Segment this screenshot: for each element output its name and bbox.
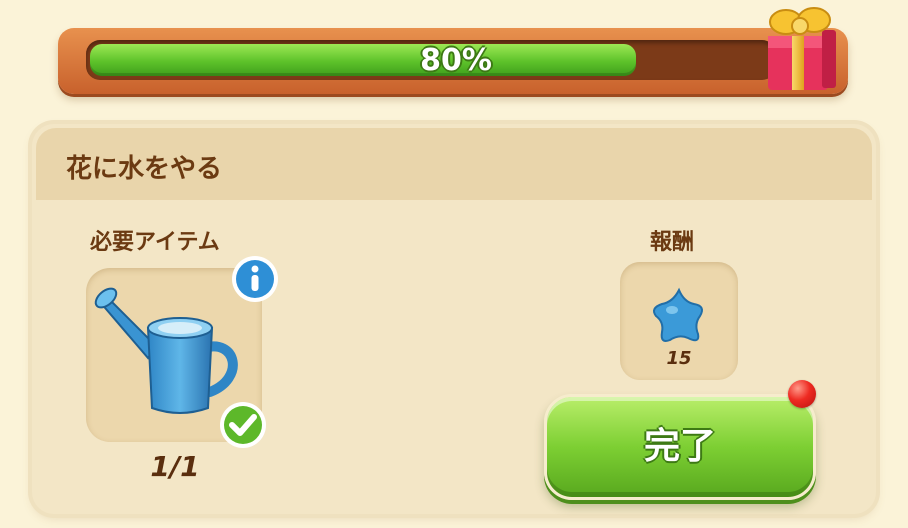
reward-label: 報酬: [650, 230, 695, 255]
gift-box-icon[interactable]: [762, 0, 842, 96]
checkmark-icon: [220, 402, 266, 448]
notification-dot: [788, 380, 816, 408]
complete-button-label: 完了: [643, 426, 716, 467]
progress-percent-label: 80%: [420, 43, 492, 78]
complete-button[interactable]: 完了: [544, 394, 816, 500]
quest-title: 花に水をやる: [66, 154, 223, 184]
item-count: 1/1: [150, 450, 200, 483]
reward-amount: 15: [666, 348, 692, 369]
info-icon[interactable]: [230, 254, 280, 304]
required-items-label: 必要アイテム: [90, 230, 220, 255]
